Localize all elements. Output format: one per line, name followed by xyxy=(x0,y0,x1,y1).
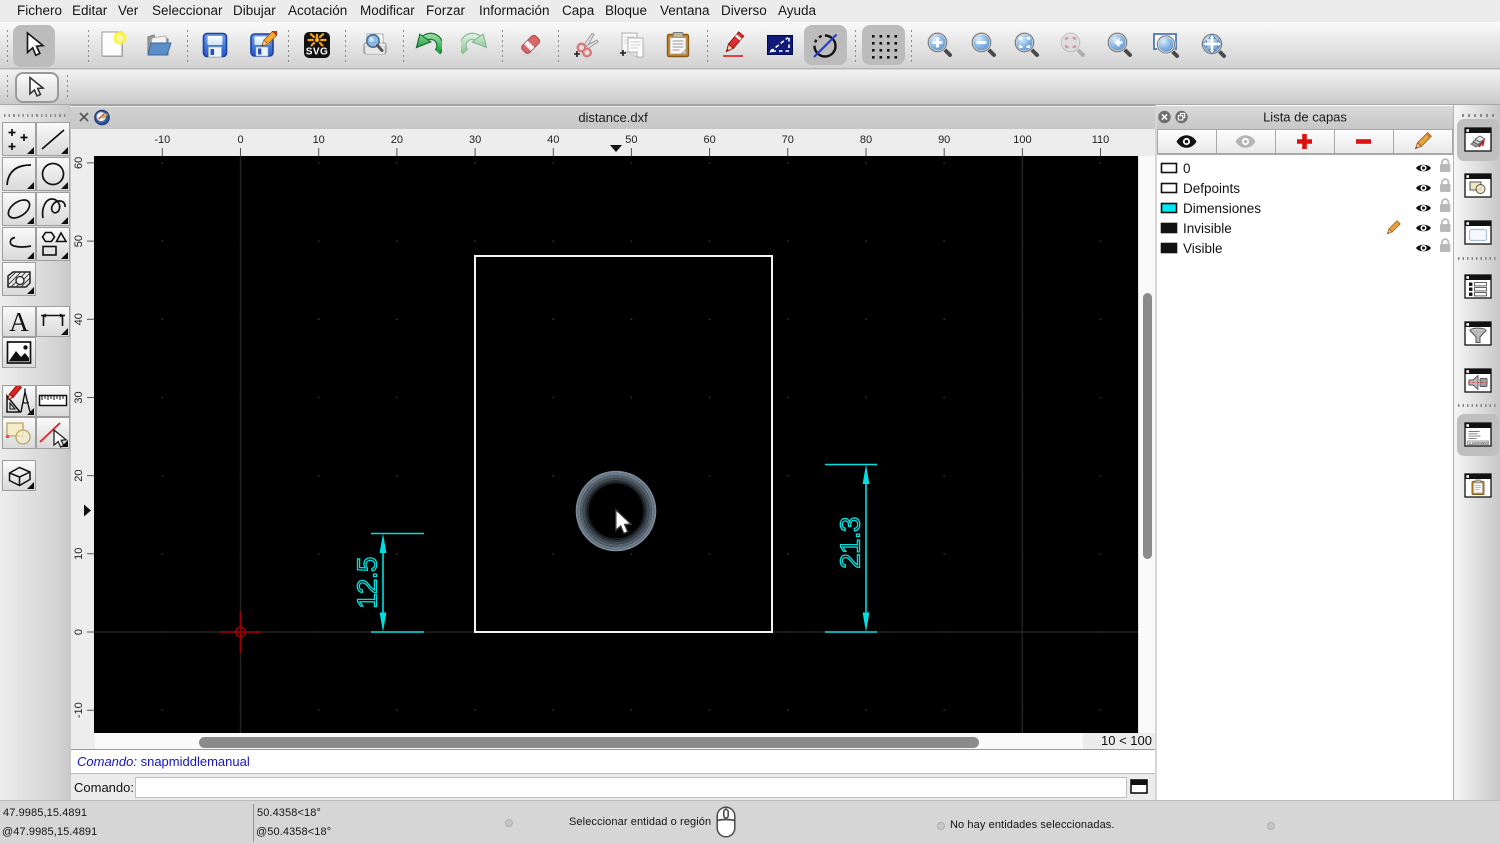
svg-text:50: 50 xyxy=(625,134,637,146)
svg-text:90: 90 xyxy=(938,134,950,146)
svg-text:20: 20 xyxy=(391,134,403,146)
svg-text:110: 110 xyxy=(1092,134,1110,146)
svg-text:-10: -10 xyxy=(73,702,85,718)
svg-text:20: 20 xyxy=(73,469,85,481)
svg-text:60: 60 xyxy=(73,157,85,169)
svg-text:Lista de capas: Lista de capas xyxy=(1263,110,1347,125)
svg-text:80: 80 xyxy=(860,134,872,146)
svg-text:40: 40 xyxy=(547,134,559,146)
svg-text:12.5: 12.5 xyxy=(351,557,382,609)
svg-text:Visible: Visible xyxy=(1183,241,1223,256)
svg-text:SVG: SVG xyxy=(306,47,329,58)
svg-text:distance.dxf: distance.dxf xyxy=(578,110,648,125)
svg-text:30: 30 xyxy=(469,134,481,146)
svg-text:0: 0 xyxy=(237,134,243,146)
svg-text:10: 10 xyxy=(73,548,85,560)
svg-text:Invisible: Invisible xyxy=(1183,221,1232,236)
svg-text:Dimensiones: Dimensiones xyxy=(1183,201,1261,216)
svg-text:40: 40 xyxy=(73,313,85,325)
svg-text:10: 10 xyxy=(313,134,325,146)
svg-text:50: 50 xyxy=(73,235,85,247)
svg-text:70: 70 xyxy=(782,134,794,146)
svg-text:-10: -10 xyxy=(154,134,170,146)
svg-text:60: 60 xyxy=(703,134,715,146)
svg-text:21.3: 21.3 xyxy=(834,517,865,569)
svg-text:Defpoints: Defpoints xyxy=(1183,181,1240,196)
svg-text:0: 0 xyxy=(73,629,85,635)
svg-text:100: 100 xyxy=(1013,134,1031,146)
svg-text:30: 30 xyxy=(73,391,85,403)
svg-text:0: 0 xyxy=(1183,161,1191,176)
svg-text:A: A xyxy=(9,307,29,336)
svg-text:c command: c command xyxy=(1469,441,1488,445)
